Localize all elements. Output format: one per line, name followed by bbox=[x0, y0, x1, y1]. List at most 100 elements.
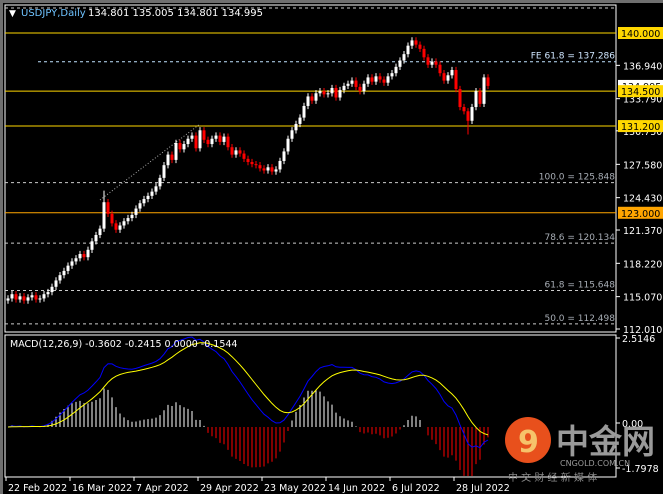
candle bbox=[202, 127, 206, 143]
candle bbox=[346, 80, 350, 90]
candle bbox=[198, 127, 202, 152]
chart-canvas[interactable]: FE 61.8 = 137.286 100.0 = 125.848 78.6 = 1… bbox=[0, 0, 663, 494]
time-axis: 22 Feb 2022 16 Mar 2022 7 Apr 2022 29 Apr 2… bbox=[5, 477, 510, 494]
price-tick-label: 136.940 bbox=[623, 61, 662, 72]
main-pane-border bbox=[4, 4, 617, 333]
candle-body bbox=[474, 91, 478, 108]
candle-body bbox=[398, 60, 402, 67]
candle bbox=[114, 220, 118, 233]
candle-body bbox=[450, 70, 454, 76]
candle bbox=[178, 139, 182, 153]
candle bbox=[258, 162, 262, 172]
fib-label: 78.6 = 120.134 bbox=[544, 233, 615, 243]
candle bbox=[334, 84, 338, 101]
level-lines bbox=[5, 32, 616, 214]
candle bbox=[254, 160, 258, 169]
watermark-domain: CNGOLD.COM.CN bbox=[560, 459, 630, 468]
watermark-brand: 中金网 bbox=[556, 422, 655, 461]
candle-body bbox=[6, 298, 10, 301]
candle bbox=[266, 164, 270, 174]
candle-body bbox=[334, 87, 338, 98]
candle-body bbox=[446, 75, 450, 81]
candle-body bbox=[174, 142, 178, 160]
candle bbox=[122, 218, 126, 229]
candle-body bbox=[366, 77, 370, 84]
candle bbox=[158, 174, 162, 190]
candle bbox=[438, 61, 442, 77]
candle bbox=[446, 72, 450, 84]
trading-chart[interactable]: FE 61.8 = 137.286 100.0 = 125.848 78.6 = 1… bbox=[0, 0, 663, 494]
candle-body bbox=[154, 186, 158, 192]
price-tick-label: 127.580 bbox=[623, 160, 662, 171]
candle bbox=[386, 73, 390, 86]
candle-body bbox=[62, 270, 66, 276]
level-price-label: 140.000 bbox=[621, 29, 660, 40]
time-tick-label: 6 Jul 2022 bbox=[392, 483, 440, 494]
candle-body bbox=[258, 165, 262, 169]
candle bbox=[242, 150, 246, 163]
candle bbox=[366, 74, 370, 87]
candle bbox=[290, 127, 294, 142]
candle bbox=[474, 87, 478, 111]
candle-body bbox=[310, 96, 314, 101]
candle-body bbox=[250, 162, 254, 165]
time-tick-label: 14 Jun 2022 bbox=[328, 483, 385, 494]
candle-body bbox=[414, 40, 418, 45]
candle-body bbox=[342, 85, 346, 91]
price-tick-label: 121.370 bbox=[623, 226, 662, 237]
candle-body bbox=[42, 294, 46, 299]
candle bbox=[414, 37, 418, 48]
candle-body bbox=[74, 258, 78, 262]
candle bbox=[210, 135, 214, 148]
macd-tick-label: 2.5146 bbox=[622, 334, 655, 345]
fib-label: 50.0 = 112.498 bbox=[544, 314, 615, 324]
candle-body bbox=[242, 153, 246, 159]
candle-body bbox=[150, 191, 154, 196]
candle bbox=[26, 294, 30, 304]
top-frame bbox=[0, 0, 663, 3]
candle bbox=[154, 183, 158, 195]
candle-body bbox=[394, 66, 398, 74]
candle-body bbox=[370, 77, 374, 82]
candle bbox=[310, 93, 314, 104]
candle bbox=[206, 136, 210, 148]
dropdown-triangle-icon[interactable]: ▼ bbox=[9, 9, 16, 19]
candle bbox=[18, 293, 22, 303]
time-tick-label: 28 Jul 2022 bbox=[456, 483, 510, 494]
candle-body bbox=[170, 154, 174, 160]
candle bbox=[422, 45, 426, 61]
symbol-label: USDJPY,Daily bbox=[21, 8, 86, 19]
candle bbox=[302, 102, 306, 121]
candle bbox=[278, 157, 282, 173]
candle-body bbox=[274, 169, 278, 172]
candle bbox=[362, 80, 366, 95]
candle bbox=[434, 58, 438, 68]
candle bbox=[274, 166, 278, 175]
candle bbox=[418, 41, 422, 53]
candle-body bbox=[202, 130, 206, 140]
candle-body bbox=[226, 136, 230, 148]
candle bbox=[486, 74, 490, 90]
candle-body bbox=[442, 73, 446, 81]
candle bbox=[454, 66, 458, 93]
time-tick-label: 16 Mar 2022 bbox=[72, 483, 132, 494]
price-tick-label: 118.220 bbox=[623, 259, 662, 270]
candle-body bbox=[482, 77, 486, 104]
candle-body bbox=[254, 164, 258, 166]
candle bbox=[34, 292, 38, 303]
candle-body bbox=[78, 254, 82, 259]
candle-body bbox=[198, 130, 202, 149]
candle-body bbox=[210, 138, 214, 145]
candles bbox=[6, 37, 490, 304]
candle-body bbox=[290, 130, 294, 139]
candle bbox=[14, 291, 18, 303]
candle-body bbox=[282, 151, 286, 161]
candle-body bbox=[22, 296, 26, 301]
level-price-label: 131.200 bbox=[621, 122, 660, 133]
candle-body bbox=[14, 294, 18, 300]
candle-body bbox=[306, 96, 310, 106]
candle bbox=[42, 291, 46, 302]
fib-trendline[interactable] bbox=[99, 123, 201, 201]
candle bbox=[230, 144, 234, 158]
candle bbox=[318, 87, 322, 97]
